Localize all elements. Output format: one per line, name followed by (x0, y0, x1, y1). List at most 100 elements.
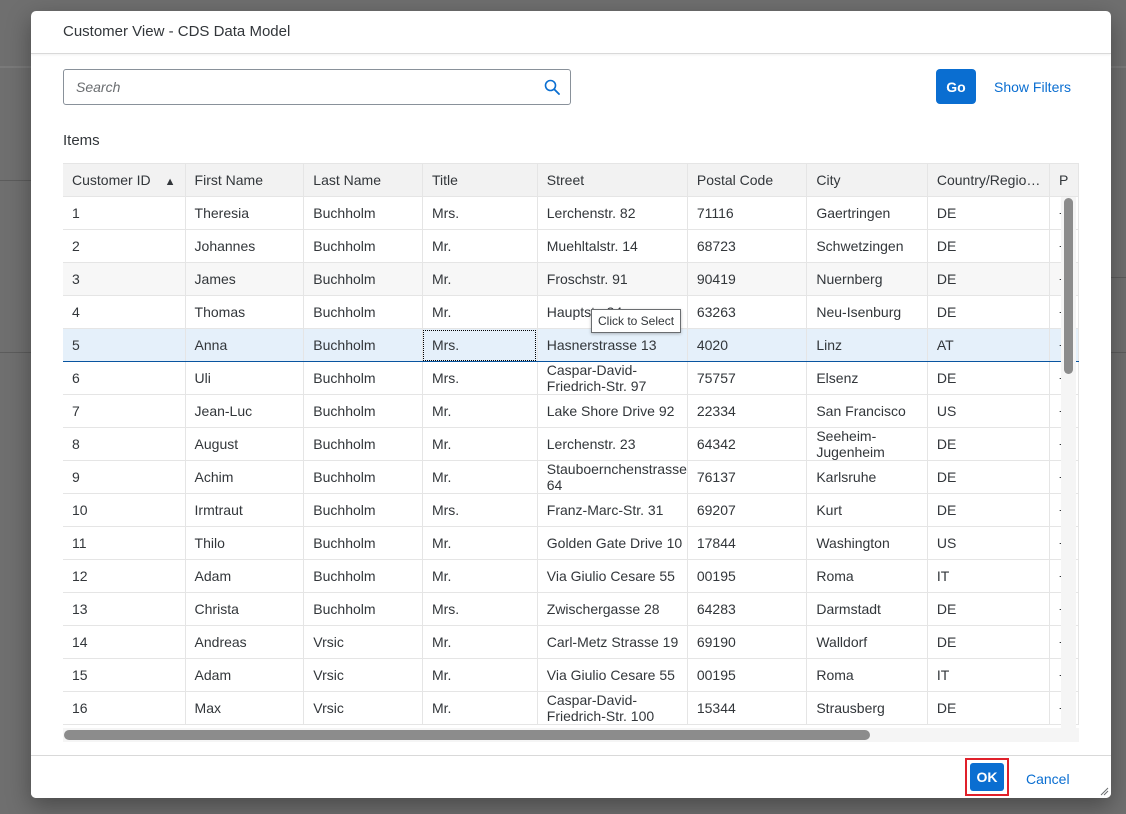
country-cell: IT (927, 658, 1050, 692)
ok-button[interactable]: OK (970, 763, 1004, 791)
search-input[interactable] (64, 70, 534, 104)
table-row[interactable]: 10 Irmtraut Buchholm Mrs. Franz-Marc-Str. 31… (63, 493, 1079, 527)
table-row[interactable]: 16 Max Vrsic Mr. Caspar-David-Friedrich-Str.… (63, 691, 1079, 725)
table-row[interactable]: 6 Uli Buchholm Mrs. Caspar-David-Friedrich-S… (63, 361, 1079, 395)
dialog-title: Customer View - CDS Data Model (63, 23, 291, 40)
street-cell: Lerchenstr. 82 (537, 196, 688, 230)
vertical-scrollbar[interactable] (1061, 197, 1076, 728)
country-cell: DE (927, 229, 1050, 263)
first-name-cell: Christa (185, 592, 305, 626)
column-header-customer-id[interactable]: Customer ID ▲︎ (63, 163, 186, 197)
city-cell: Linz (806, 328, 928, 362)
column-header-street[interactable]: Street (537, 163, 688, 197)
postal-code-cell: 00195 (687, 658, 808, 692)
click-to-select-tooltip: Click to Select (591, 309, 682, 333)
title-cell: Mr. (422, 658, 538, 692)
show-filters-link[interactable]: Show Filters (994, 79, 1071, 95)
first-name-cell: Thomas (185, 295, 305, 329)
customer-id-cell: 5 (63, 328, 186, 362)
customer-id-cell: 13 (63, 592, 186, 626)
last-name-cell: Buchholm (303, 559, 423, 593)
dialog-footer: OK Cancel (31, 755, 1111, 798)
street-cell: Carl-Metz Strasse 19 (537, 625, 688, 659)
horizontal-scrollbar[interactable] (63, 728, 1079, 742)
street-cell: Golden Gate Drive 10 (537, 526, 688, 560)
table-row[interactable]: 14 Andreas Vrsic Mr. Carl-Metz Strasse 19 691… (63, 625, 1079, 659)
city-cell: Darmstadt (806, 592, 928, 626)
customer-id-cell: 6 (63, 361, 186, 395)
postal-code-cell: 15344 (687, 691, 808, 725)
column-header-last-name[interactable]: Last Name (303, 163, 423, 197)
table-row[interactable]: 13 Christa Buchholm Mrs. Zwischergasse 28 642… (63, 592, 1079, 626)
table-row[interactable]: 4 Thomas Buchholm Mr. Hauptstr. 34 63263 Neu-I… (63, 295, 1079, 329)
background-divider (1111, 277, 1126, 278)
go-button[interactable]: Go (936, 69, 976, 104)
title-cell: Mr. (422, 559, 538, 593)
city-cell: Seeheim-Jugenheim (806, 427, 928, 461)
customer-id-cell: 9 (63, 460, 186, 494)
title-cell: Mr. (422, 460, 538, 494)
customer-id-cell: 10 (63, 493, 186, 527)
country-cell: DE (927, 460, 1050, 494)
table-row[interactable]: 8 August Buchholm Mr. Lerchenstr. 23 64342 See… (63, 427, 1079, 461)
customer-id-cell: 14 (63, 625, 186, 659)
city-cell: Washington (806, 526, 928, 560)
last-name-cell: Buchholm (303, 460, 423, 494)
table-row[interactable]: 11 Thilo Buchholm Mr. Golden Gate Drive 10 17… (63, 526, 1079, 560)
last-name-cell: Buchholm (303, 229, 423, 263)
column-header-title[interactable]: Title (422, 163, 538, 197)
postal-code-cell: 71116 (687, 196, 808, 230)
postal-code-cell: 68723 (687, 229, 808, 263)
search-field[interactable] (63, 69, 571, 105)
city-cell: Kurt (806, 493, 928, 527)
column-header-city[interactable]: City (806, 163, 928, 197)
cancel-button[interactable]: Cancel (1026, 771, 1070, 787)
title-cell: Mr. (422, 394, 538, 428)
first-name-cell: Theresia (185, 196, 305, 230)
search-icon[interactable] (544, 79, 560, 95)
column-header-partial[interactable]: P (1049, 163, 1079, 197)
postal-code-cell: 69207 (687, 493, 808, 527)
city-cell: Roma (806, 658, 928, 692)
horizontal-scrollbar-thumb[interactable] (64, 730, 870, 740)
city-cell: Karlsruhe (806, 460, 928, 494)
customer-id-cell: 7 (63, 394, 186, 428)
title-cell: Mr. (422, 691, 538, 725)
last-name-cell: Buchholm (303, 493, 423, 527)
table-row[interactable]: 3 James Buchholm Mr. Froschstr. 91 90419 Nuern… (63, 262, 1079, 296)
table-row[interactable]: 9 Achim Buchholm Mr. Stauboernchenstrasse 64… (63, 460, 1079, 494)
last-name-cell: Buchholm (303, 394, 423, 428)
first-name-cell: August (185, 427, 305, 461)
first-name-cell: Adam (185, 559, 305, 593)
table-row[interactable]: 5 Anna Buchholm Mrs. Hasnerstrasse 13 4020 Lin… (63, 328, 1079, 362)
first-name-cell: James (185, 262, 305, 296)
table-row[interactable]: 7 Jean-Luc Buchholm Mr. Lake Shore Drive 92 2… (63, 394, 1079, 428)
table-row[interactable]: 12 Adam Buchholm Mr. Via Giulio Cesare 55 001… (63, 559, 1079, 593)
background-divider (0, 352, 31, 353)
title-cell: Mrs. (422, 328, 538, 362)
items-table: Customer ID ▲︎ First Name Last Name Title… (63, 163, 1079, 743)
column-header-first-name[interactable]: First Name (185, 163, 305, 197)
items-table-title: Items (63, 132, 100, 149)
table-row[interactable]: 2 Johannes Buchholm Mr. Muehltalstr. 14 68723… (63, 229, 1079, 263)
country-cell: US (927, 394, 1050, 428)
first-name-cell: Anna (185, 328, 305, 362)
table-row[interactable]: 1 Theresia Buchholm Mrs. Lerchenstr. 82 71116… (63, 196, 1079, 230)
ok-button-highlight: OK (965, 758, 1009, 796)
first-name-cell: Irmtraut (185, 493, 305, 527)
city-cell: Walldorf (806, 625, 928, 659)
table-row[interactable]: 15 Adam Vrsic Mr. Via Giulio Cesare 55 00195 R… (63, 658, 1079, 692)
street-cell: Zwischergasse 28 (537, 592, 688, 626)
first-name-cell: Thilo (185, 526, 305, 560)
country-cell: DE (927, 427, 1050, 461)
resize-grip-icon[interactable] (1099, 786, 1109, 796)
vertical-scrollbar-thumb[interactable] (1064, 198, 1073, 374)
title-cell: Mr. (422, 526, 538, 560)
column-header-postal-code[interactable]: Postal Code (687, 163, 808, 197)
last-name-cell: Buchholm (303, 328, 423, 362)
customer-id-cell: 15 (63, 658, 186, 692)
column-header-country[interactable]: Country/Regio… (927, 163, 1050, 197)
postal-code-cell: 22334 (687, 394, 808, 428)
first-name-cell: Adam (185, 658, 305, 692)
postal-code-cell: 4020 (687, 328, 808, 362)
